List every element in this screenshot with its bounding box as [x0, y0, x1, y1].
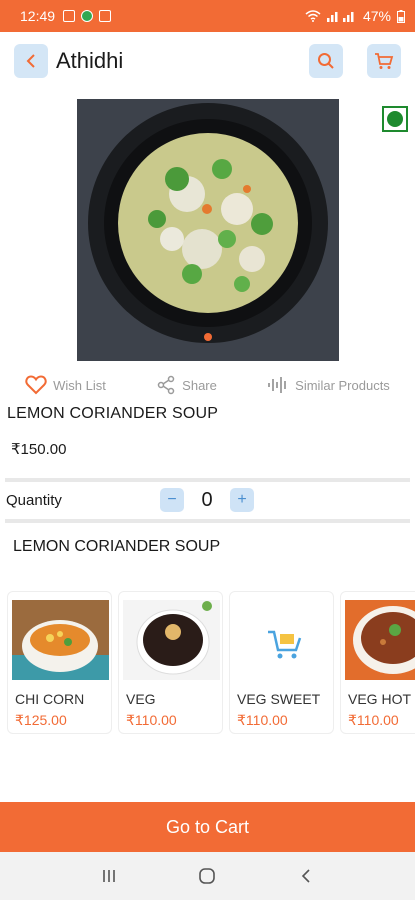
recommendation-card[interactable]: VEG HOT ₹110.00 [340, 591, 415, 734]
product-price: ₹150.00 [11, 441, 67, 458]
search-button[interactable] [309, 44, 343, 78]
app-bar: Athidhi [0, 32, 415, 90]
share-button[interactable]: Share [156, 375, 217, 395]
recommendation-price: ₹110.00 [348, 712, 399, 728]
system-icons: 47% [305, 8, 405, 24]
cart-placeholder-icon [234, 600, 331, 680]
recommendation-image [123, 600, 220, 680]
recommendation-name: VEG [126, 691, 156, 707]
divider [5, 478, 410, 482]
quantity-label: Quantity [6, 491, 62, 509]
recommendations-list[interactable]: CHI CORN ₹125.00 VEG ₹110.00 VEG SWEET ₹… [7, 591, 415, 736]
cart-icon [375, 53, 394, 69]
wishlist-label: Wish List [53, 377, 106, 393]
app-notification-icon [81, 10, 94, 22]
product-description: LEMON CORIANDER SOUP [13, 538, 221, 555]
status-bar: 12:49 47% [0, 0, 415, 32]
recommendation-price: ₹125.00 [15, 712, 67, 728]
recommendation-name: VEG SWEET [237, 691, 321, 707]
search-icon [318, 53, 334, 69]
recommendation-name: VEG HOT [348, 691, 412, 707]
veg-indicator [382, 106, 408, 132]
recommendation-price: ₹110.00 [237, 712, 288, 728]
quantity-row: Quantity − 0 + [0, 484, 415, 516]
quantity-stepper: − 0 + [160, 488, 254, 512]
recommendation-image [234, 600, 331, 680]
back-button[interactable] [14, 44, 48, 78]
similar-products-button[interactable]: Similar Products [267, 375, 390, 395]
product-actions: Wish List Share Similar Products [0, 370, 415, 400]
recommendation-card[interactable]: VEG SWEET ₹110.00 [229, 591, 334, 734]
gallery-icon [63, 10, 76, 22]
wishlist-button[interactable]: Wish List [25, 375, 106, 395]
go-to-cart-button[interactable]: Go to Cart [0, 802, 415, 852]
similar-products-label: Similar Products [295, 377, 390, 393]
heart-icon [25, 375, 47, 395]
check-icon [99, 10, 112, 22]
divider [5, 519, 410, 523]
recommendation-card[interactable]: CHI CORN ₹125.00 [7, 591, 112, 734]
recommendation-price: ₹110.00 [126, 712, 177, 728]
recommendation-name: CHI CORN [15, 691, 85, 707]
battery-icon [397, 9, 405, 23]
chevron-left-icon [26, 54, 35, 68]
wifi-icon [305, 10, 321, 22]
soup-bowl-image [77, 99, 339, 361]
recents-icon[interactable] [100, 867, 118, 885]
recommendation-image [345, 600, 415, 680]
status-time: 12:49 [20, 8, 56, 24]
battery-text: 47% [362, 8, 391, 24]
share-icon [157, 375, 175, 395]
product-name: LEMON CORIANDER SOUP [7, 405, 219, 422]
recommendation-card[interactable]: VEG ₹110.00 [118, 591, 223, 734]
home-icon[interactable] [197, 866, 217, 886]
page-title: Athidhi [56, 48, 124, 73]
recommendation-image [12, 600, 109, 680]
signal-icon [326, 12, 354, 22]
notification-icons [63, 10, 112, 22]
increment-button[interactable]: + [230, 488, 254, 512]
quantity-value: 0 [201, 488, 213, 511]
image-pager-dot [204, 333, 212, 341]
cart-button[interactable] [367, 44, 401, 78]
share-label: Share [182, 377, 217, 393]
decrement-button[interactable]: − [160, 488, 184, 512]
product-image[interactable] [77, 99, 339, 361]
back-icon[interactable] [297, 867, 315, 885]
waveform-icon [268, 377, 287, 393]
system-nav-bar [0, 852, 415, 900]
